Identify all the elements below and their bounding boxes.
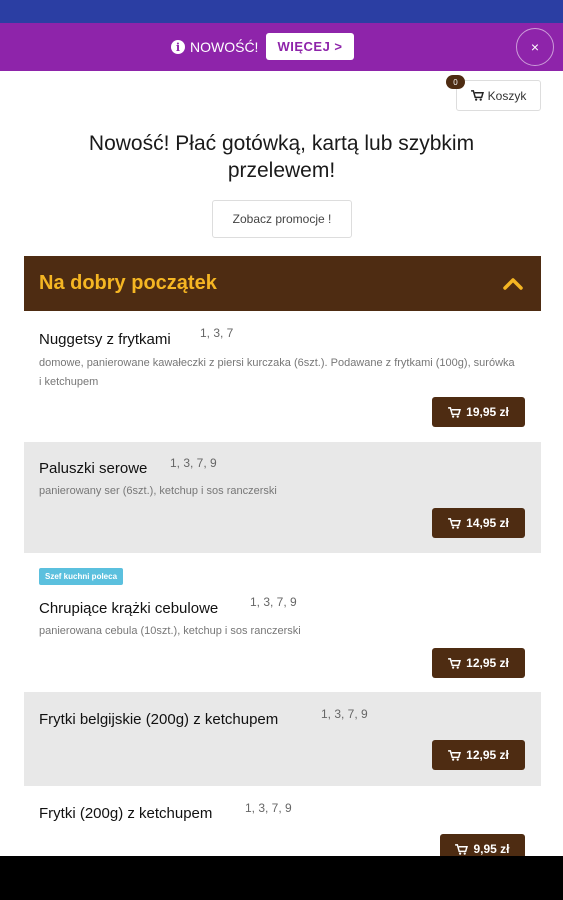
close-icon: × [530, 39, 540, 55]
menu-item: Szef kuchni poleca Chrupiące krążki cebu… [24, 553, 541, 692]
item-price: 14,95 zł [466, 516, 509, 530]
add-to-cart-button[interactable]: 12,95 zł [432, 740, 525, 770]
cart-icon [470, 90, 484, 101]
cart-icon [448, 749, 462, 761]
cart-icon [448, 657, 462, 669]
item-name: Chrupiące krążki cebulowe [39, 600, 219, 617]
item-name: Frytki belgijskie (200g) z ketchupem [39, 711, 279, 728]
item-name: Frytki (200g) z ketchupem [39, 805, 213, 822]
add-to-cart-button[interactable]: 14,95 zł [432, 508, 525, 538]
cart-icon [448, 517, 462, 529]
cart-count-badge: 0 [446, 75, 465, 89]
chevron-up-icon [503, 278, 523, 290]
system-navigation-bar [0, 856, 563, 900]
chef-recommends-badge: Szef kuchni poleca [39, 568, 124, 585]
close-button[interactable]: × [516, 28, 554, 66]
item-price: 12,95 zł [466, 748, 509, 762]
category-header[interactable]: Na dobry początek [24, 256, 541, 311]
menu-item: Nuggetsy z frytkami 1, 3, 7 domowe, pani… [24, 311, 541, 442]
menu-item: Paluszki serowe 1, 3, 7, 9 panierowany s… [24, 442, 541, 553]
menu-item: Frytki belgijskie (200g) z ketchupem 1, … [24, 692, 541, 786]
item-name: Paluszki serowe [39, 460, 148, 477]
cart-label: Koszyk [487, 88, 527, 103]
promo-text: NOWOŚĆ! [190, 39, 259, 55]
promo-banner: i NOWOŚĆ! WIĘCEJ > × [0, 23, 563, 71]
item-description: domowe, panierowane kawałeczki z piersi … [39, 357, 515, 388]
item-allergens: 1, 3, 7 [200, 326, 234, 340]
add-to-cart-button[interactable]: 12,95 zł [432, 648, 525, 678]
info-icon: i [171, 40, 185, 54]
item-allergens: 1, 3, 7, 9 [245, 801, 292, 815]
item-name: Nuggetsy z frytkami [39, 331, 171, 348]
cart-button[interactable]: Koszyk [456, 80, 541, 111]
page-headline: Nowość! Płać gotówką, kartą lub szybkim … [88, 132, 475, 182]
item-price: 12,95 zł [466, 656, 509, 670]
item-allergens: 1, 3, 7, 9 [170, 456, 217, 470]
item-allergens: 1, 3, 7, 9 [250, 595, 297, 609]
more-button[interactable]: WIĘCEJ > [266, 33, 354, 60]
menu-item: Frytki (200g) z ketchupem 1, 3, 7, 9 9,9… [24, 786, 541, 864]
category-title: Na dobry początek [39, 272, 217, 294]
add-to-cart-button[interactable]: 19,95 zł [432, 397, 525, 427]
item-description: panierowana cebula (10szt.), ketchup i s… [39, 625, 301, 637]
item-price: 19,95 zł [466, 405, 509, 419]
promotions-button[interactable]: Zobacz promocje ! [212, 200, 352, 238]
status-bar [0, 0, 563, 23]
cart-icon [455, 843, 469, 855]
cart-icon [448, 406, 462, 418]
item-allergens: 1, 3, 7, 9 [321, 707, 368, 721]
promo-info: i NOWOŚĆ! [171, 36, 258, 58]
item-price: 9,95 zł [473, 842, 510, 856]
item-description: panierowany ser (6szt.), ketchup i sos r… [39, 485, 277, 497]
